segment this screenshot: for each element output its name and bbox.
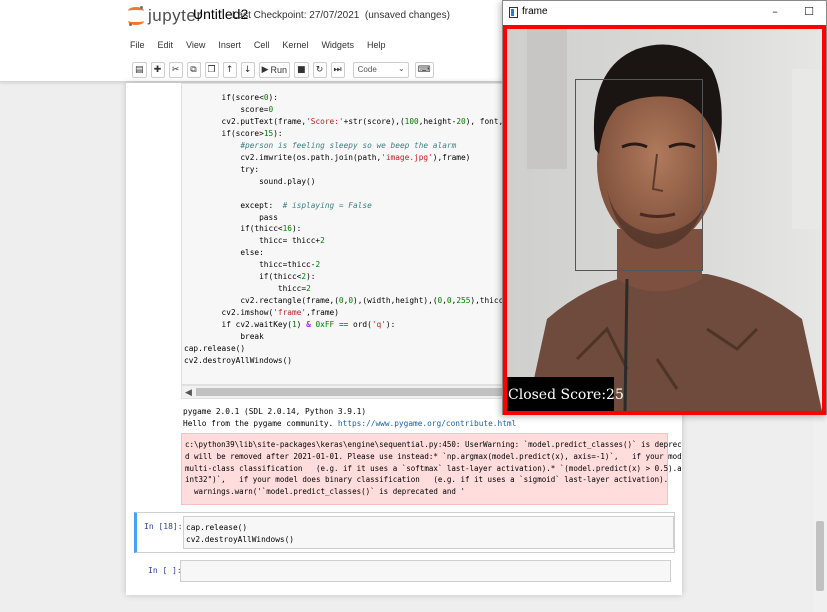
save-button[interactable]: ▤ <box>132 62 147 78</box>
paste-button[interactable]: ❐ <box>204 62 219 78</box>
arrow-up-icon: ↑ <box>225 65 234 75</box>
menu-help[interactable]: Help <box>367 37 386 53</box>
menu-kernel[interactable]: Kernel <box>282 37 308 53</box>
save-icon: ▤ <box>135 65 144 75</box>
run-button[interactable]: ▶ Run <box>258 62 291 78</box>
autosave-status: (unsaved changes) <box>364 10 450 21</box>
score-overlay-text: Closed Score:25 <box>508 387 624 403</box>
empty-code-cell[interactable]: In [ ]: <box>134 558 675 584</box>
jupyter-logo[interactable]: jupyter <box>128 4 203 28</box>
restart-button[interactable]: ↻ <box>312 62 327 78</box>
menu-cell[interactable]: Cell <box>254 37 270 53</box>
checkpoint-text: Last Checkpoint: 27/07/2021 <box>232 10 360 21</box>
menu-file[interactable]: File <box>130 37 145 53</box>
restart-run-all-button[interactable]: ⏭ <box>330 62 345 78</box>
webcam-frame: Closed Score:25 <box>503 25 826 415</box>
cell-code-text: cap.release() cv2.destroyAllWindows() <box>186 523 294 544</box>
menu-bar: File Edit View Insert Cell Kernel Widget… <box>130 37 398 53</box>
arrow-down-icon: ↓ <box>243 65 252 75</box>
opencv-frame-window[interactable]: frame – ☐ Closed Score:25 <box>502 0 827 415</box>
page-scrollbar-thumb[interactable] <box>816 521 824 591</box>
cell-type-value: Code <box>357 65 377 74</box>
maximize-button[interactable]: ☐ <box>795 3 823 21</box>
run-icon: ▶ <box>261 65 269 75</box>
cell-input[interactable]: cap.release() cv2.destroyAllWindows() <box>183 516 674 549</box>
frame-titlebar[interactable]: frame – ☐ <box>503 1 826 25</box>
scroll-left-icon[interactable]: ◀ <box>185 387 192 398</box>
menu-insert[interactable]: Insert <box>218 37 241 53</box>
code-cell-18[interactable]: In [18]: cap.release() cv2.destroyAllWin… <box>134 512 675 553</box>
menu-view[interactable]: View <box>186 37 205 53</box>
cell-prompt: In [ ]: <box>148 566 182 575</box>
cell-type-select[interactable]: Code ⌄ <box>352 62 409 78</box>
menu-edit[interactable]: Edit <box>158 37 174 53</box>
face-detection-box <box>575 79 703 271</box>
cell-input[interactable] <box>180 560 671 582</box>
fast-forward-icon: ⏭ <box>333 65 342 75</box>
chevron-down-icon: ⌄ <box>397 64 405 73</box>
command-palette-button[interactable]: ⌨ <box>414 62 434 78</box>
frame-window-title: frame <box>522 6 548 17</box>
checkpoint-status: Last Checkpoint: 27/07/2021 (unsaved cha… <box>232 10 450 21</box>
stderr-text: c:\python39\lib\site-packages\keras\engi… <box>185 440 682 497</box>
window-app-icon <box>509 7 518 18</box>
interrupt-button[interactable]: ■ <box>294 62 309 78</box>
copy-button[interactable]: ⧉ <box>186 62 201 78</box>
jupyter-logo-icon <box>128 6 144 26</box>
restart-icon: ↻ <box>315 65 324 75</box>
move-down-button[interactable]: ↓ <box>240 62 255 78</box>
plus-icon: ✚ <box>153 65 162 75</box>
stderr-output: c:\python39\lib\site-packages\keras\engi… <box>181 433 682 505</box>
move-up-button[interactable]: ↑ <box>222 62 237 78</box>
cut-button[interactable]: ✂ <box>168 62 183 78</box>
pygame-hello-text: Hello from the pygame community. <box>183 418 338 428</box>
copy-icon: ⧉ <box>190 65 197 75</box>
keyboard-icon: ⌨ <box>417 65 431 75</box>
toolbar: ▤ ✚ ✂ ⧉ ❐ ↑ ↓ ▶ Run ■ ↻ ⏭ Code ⌄ ⌨ <box>132 61 438 79</box>
minimize-button[interactable]: – <box>761 3 789 21</box>
stdout-output: pygame 2.0.1 (SDL 2.0.14, Python 3.9.1) … <box>183 406 516 429</box>
pygame-contribute-link[interactable]: https://www.pygame.org/contribute.html <box>338 419 516 428</box>
stop-icon: ■ <box>297 65 306 75</box>
run-label: Run <box>270 65 288 75</box>
pygame-version-line: pygame 2.0.1 (SDL 2.0.14, Python 3.9.1) <box>183 407 367 416</box>
cut-icon: ✂ <box>171 65 180 75</box>
cell-prompt: In [18]: <box>144 522 183 531</box>
menu-widgets[interactable]: Widgets <box>321 37 354 53</box>
paste-icon: ❐ <box>207 65 216 75</box>
insert-cell-button[interactable]: ✚ <box>150 62 165 78</box>
